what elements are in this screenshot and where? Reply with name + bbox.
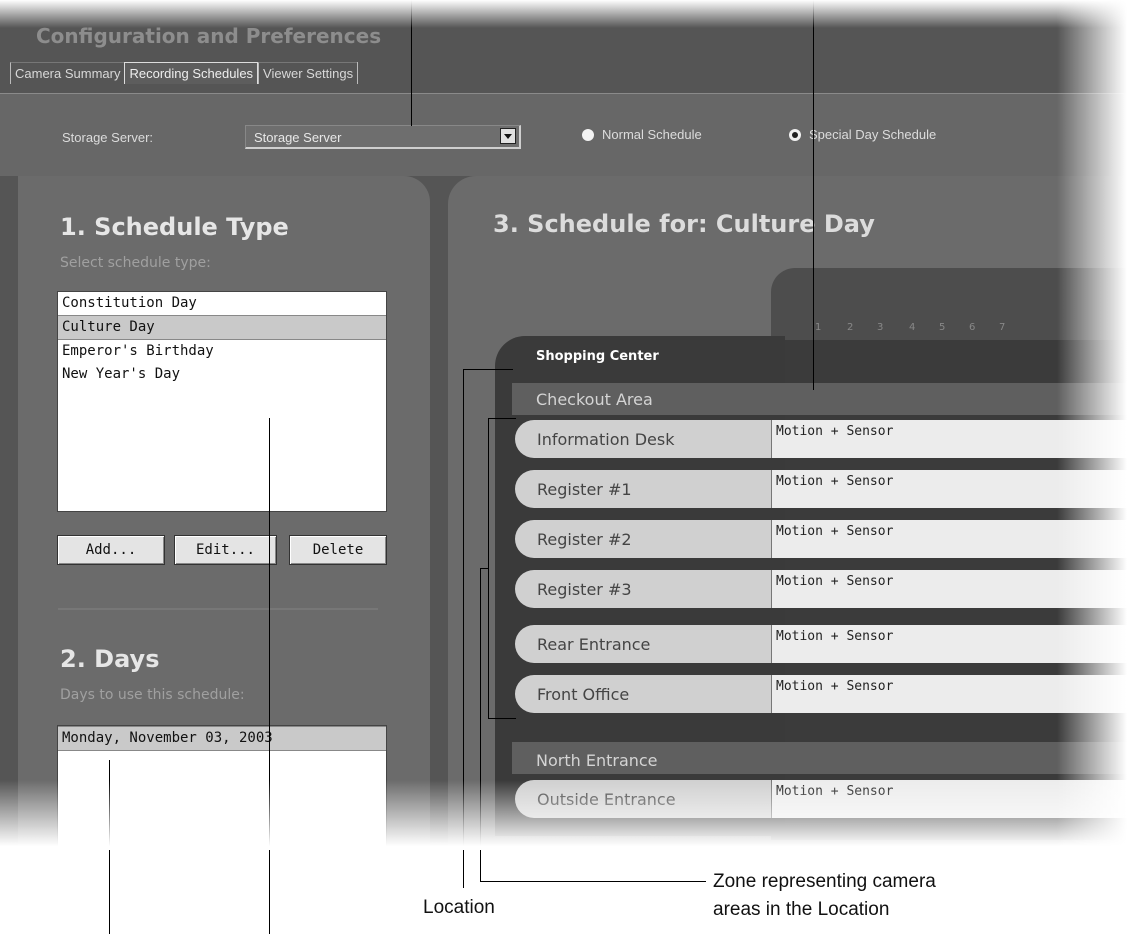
camera-name: Outside Entrance — [515, 780, 771, 818]
schedule-type-list[interactable]: Constitution Day Culture Day Emperor's B… — [57, 291, 387, 512]
storage-server-value: Storage Server — [254, 130, 342, 145]
camera-name: Rear Entrance — [515, 625, 771, 663]
edit-button[interactable]: Edit... — [174, 535, 277, 565]
callout-line — [269, 418, 270, 934]
callout-line — [109, 760, 110, 934]
normal-schedule-label: Normal Schedule — [602, 127, 702, 142]
days-subheading: Days to use this schedule: — [60, 687, 245, 703]
special-day-schedule-label: Special Day Schedule — [809, 127, 937, 142]
schedule-value: Motion + Sensor — [776, 784, 894, 799]
camera-name: Register #1 — [515, 470, 771, 508]
tab-viewer-settings[interactable]: Viewer Settings — [258, 62, 358, 84]
schedule-value: Motion + Sensor — [776, 679, 894, 694]
annotation-location: Location — [423, 897, 495, 918]
camera-schedule-cell[interactable]: Motion + Sensor — [771, 470, 1127, 508]
callout-line — [463, 369, 464, 888]
storage-server-select[interactable]: Storage Server — [245, 125, 521, 149]
app-title: Configuration and Preferences — [36, 24, 382, 48]
camera-schedule-cell[interactable]: Motion + Sensor — [771, 675, 1127, 713]
callout-line — [813, 0, 814, 390]
hour-label: 3 — [877, 322, 884, 333]
schedule-value: Motion + Sensor — [776, 574, 894, 589]
days-list[interactable]: Monday, November 03, 2003 — [57, 725, 387, 850]
days-heading: 2. Days — [60, 645, 160, 673]
zone-checkout-area[interactable]: Checkout Area — [536, 390, 653, 409]
camera-row[interactable]: Register #2 Motion + Sensor — [515, 520, 1127, 558]
zone-north-entrance[interactable]: North Entrance — [536, 751, 658, 770]
camera-name: Register #2 — [515, 520, 771, 558]
schedule-title: 3. Schedule for: Culture Day — [493, 210, 875, 238]
location-header[interactable]: Shopping Center — [536, 349, 659, 364]
hour-label: 2 — [847, 322, 854, 333]
camera-row[interactable]: Outside Entrance Motion + Sensor — [515, 780, 1127, 818]
camera-schedule-cell[interactable]: Motion + Sensor — [771, 780, 1127, 818]
schedule-type-subheading: Select schedule type: — [60, 255, 211, 271]
camera-name: Front Office — [515, 675, 771, 713]
tab-divider — [357, 62, 359, 84]
callout-line — [480, 568, 481, 881]
list-item[interactable]: New Year's Day — [58, 363, 386, 386]
storage-server-label: Storage Server: — [62, 130, 154, 145]
special-day-schedule-radio[interactable]: Special Day Schedule — [789, 127, 936, 142]
timeline-header — [771, 268, 1127, 340]
camera-schedule-cell[interactable]: Motion + Sensor — [771, 520, 1127, 558]
dropdown-arrow-icon[interactable] — [500, 128, 516, 144]
annotation-zone-line1: Zone representing camera — [713, 871, 936, 892]
delete-button[interactable]: Delete — [289, 535, 387, 565]
control-bar — [0, 93, 1127, 176]
camera-schedule-cell[interactable]: Motion + Sensor — [771, 570, 1127, 608]
section-divider — [58, 608, 378, 610]
schedule-value: Motion + Sensor — [776, 424, 894, 439]
tab-bar: Camera Summary Recording Schedules Viewe… — [10, 62, 359, 84]
hour-label: 7 — [999, 322, 1006, 333]
hour-label: 6 — [969, 322, 976, 333]
hour-label: 4 — [909, 322, 916, 333]
add-button[interactable]: Add... — [57, 535, 165, 565]
radio-button-selected-icon — [789, 128, 801, 141]
radio-button-icon — [582, 128, 594, 141]
tab-recording-schedules[interactable]: Recording Schedules — [124, 62, 259, 84]
schedule-type-heading: 1. Schedule Type — [60, 213, 289, 241]
camera-name: Register #3 — [515, 570, 771, 608]
callout-line — [463, 369, 513, 370]
list-item-selected[interactable]: Monday, November 03, 2003 — [58, 726, 386, 751]
annotation-zone-line2: areas in the Location — [713, 899, 890, 920]
list-item[interactable]: Emperor's Birthday — [58, 340, 386, 363]
schedule-value: Motion + Sensor — [776, 474, 894, 489]
list-item-selected[interactable]: Culture Day — [58, 315, 386, 340]
hour-label: 5 — [939, 322, 946, 333]
camera-row[interactable]: Front Office Motion + Sensor — [515, 675, 1127, 713]
schedule-value: Motion + Sensor — [776, 524, 894, 539]
callout-line — [411, 0, 412, 126]
schedule-value: Motion + Sensor — [776, 629, 894, 644]
camera-row[interactable]: Rear Entrance Motion + Sensor — [515, 625, 1127, 663]
tab-camera-summary[interactable]: Camera Summary — [10, 62, 125, 84]
camera-schedule-cell[interactable]: Motion + Sensor — [771, 420, 1127, 458]
normal-schedule-radio[interactable]: Normal Schedule — [582, 127, 702, 142]
camera-name: Information Desk — [515, 420, 771, 458]
list-item[interactable]: Constitution Day — [58, 292, 386, 315]
callout-line — [488, 418, 516, 419]
callout-line — [480, 568, 489, 569]
hour-label: 1 — [815, 322, 822, 333]
camera-row[interactable]: Information Desk Motion + Sensor — [515, 420, 1127, 458]
app-window: Configuration and Preferences Camera Sum… — [0, 0, 1127, 850]
camera-row[interactable]: Register #3 Motion + Sensor — [515, 570, 1127, 608]
camera-schedule-cell[interactable]: Motion + Sensor — [771, 625, 1127, 663]
callout-line — [488, 718, 516, 719]
callout-line — [480, 881, 706, 882]
camera-row[interactable]: Register #1 Motion + Sensor — [515, 470, 1127, 508]
